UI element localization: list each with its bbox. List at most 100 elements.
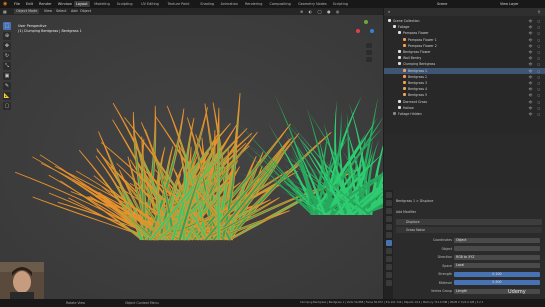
visibility-toggle-icon[interactable]: 👁 ◻: [529, 18, 542, 24]
view-menu[interactable]: View: [44, 9, 52, 14]
tab-geometry-nodes[interactable]: Geometry Nodes: [296, 1, 329, 7]
outliner-row[interactable]: Hollow 👁 ◻: [384, 105, 545, 111]
property-value-field[interactable]: Local: [454, 263, 540, 268]
editor-type-icon[interactable]: ▦: [3, 9, 7, 14]
add-cube-tool-icon[interactable]: ▢: [3, 102, 11, 110]
constraints-tab-icon[interactable]: [385, 264, 392, 270]
visibility-toggle-icon[interactable]: 👁 ◻: [529, 80, 542, 86]
property-value-field[interactable]: RGB to XYZ: [454, 254, 540, 260]
physics-tab-icon[interactable]: [385, 256, 392, 262]
outliner-row[interactable]: Foliage Hidden 👁 ◻: [384, 111, 545, 117]
tab-animation[interactable]: Animation: [219, 1, 240, 7]
outliner-row[interactable]: Pampass Flower 1 👁 ◻: [384, 37, 545, 43]
tab-uv-editing[interactable]: UV Editing: [139, 1, 161, 7]
second-modifier-header[interactable]: Grass Noise: [396, 227, 542, 233]
visibility-toggle-icon[interactable]: 👁 ◻: [529, 68, 542, 74]
outliner-row[interactable]: Clumping Bentgrass 👁 ◻: [384, 61, 545, 67]
scene-selector[interactable]: Scene: [437, 1, 447, 7]
transform-tool-icon[interactable]: ▣: [3, 72, 11, 80]
menu-render[interactable]: Render: [39, 1, 52, 7]
tab-rendering[interactable]: Rendering: [243, 1, 264, 7]
visibility-toggle-icon[interactable]: 👁 ◻: [529, 111, 542, 117]
mode-dropdown[interactable]: Object Mode: [14, 9, 40, 14]
menu-file[interactable]: File: [14, 1, 20, 7]
outliner-row[interactable]: Bentgrass Flower 👁 ◻: [384, 49, 545, 55]
visibility-toggle-icon[interactable]: 👁 ◻: [529, 37, 542, 43]
outliner-row[interactable]: Bentgrass 3 👁 ◻: [384, 80, 545, 86]
output-tab-icon[interactable]: [385, 208, 392, 214]
property-value-field[interactable]: 0.100: [454, 271, 540, 277]
modifier-name-field[interactable]: Displace: [406, 219, 420, 225]
property-value-field[interactable]: Length: [454, 288, 540, 294]
shading-icons[interactable]: ⊕ ◐ ◯ ● ◍: [300, 9, 341, 14]
collection-icon: [398, 105, 401, 109]
particles-tab-icon[interactable]: [385, 248, 392, 254]
outliner-row[interactable]: Pampass Flower 👁 ◻: [384, 30, 545, 36]
tab-texture-paint[interactable]: Texture Paint: [166, 1, 192, 7]
visibility-toggle-icon[interactable]: 👁 ◻: [529, 74, 542, 80]
outliner-row[interactable]: Foliage 👁 ◻: [384, 24, 545, 30]
measure-tool-icon[interactable]: 📐: [3, 92, 11, 100]
outliner-row-label: Pampass Flower: [403, 31, 429, 36]
property-value-field[interactable]: [454, 246, 540, 251]
render-tab-icon[interactable]: [385, 200, 392, 206]
outliner-row[interactable]: Bentgrass 4 👁 ◻: [384, 86, 545, 92]
world-tab-icon[interactable]: [385, 224, 392, 230]
visibility-toggle-icon[interactable]: 👁 ◻: [529, 61, 542, 67]
blender-logo-icon[interactable]: ◉: [3, 1, 7, 7]
menu-window[interactable]: Window: [58, 1, 72, 7]
data-tab-icon[interactable]: [385, 272, 392, 278]
outliner-row[interactable]: Bentgrass 1 👁 ◻: [384, 67, 545, 74]
outliner-row[interactable]: Scene Collection 👁 ◻: [384, 18, 545, 24]
rotate-tool-icon[interactable]: ↻: [3, 52, 11, 60]
tab-modeling[interactable]: Modeling: [92, 1, 111, 7]
menu-edit[interactable]: Edit: [26, 1, 33, 7]
second-modifier-name[interactable]: Grass Noise: [406, 227, 425, 233]
select-menu[interactable]: Select: [56, 9, 66, 14]
outliner-row[interactable]: Wall Bentry 👁 ◻: [384, 55, 545, 61]
add-modifier-button[interactable]: Add Modifier: [396, 210, 416, 214]
visibility-toggle-icon[interactable]: 👁 ◻: [529, 55, 542, 61]
annotate-tool-icon[interactable]: ✎: [3, 82, 11, 90]
modifier-header[interactable]: Displace: [396, 219, 542, 225]
visibility-toggle-icon[interactable]: 👁 ◻: [529, 30, 542, 36]
view-layer-selector[interactable]: View Layer: [500, 1, 519, 7]
status-bar: Rotate View Object Context Menu Clumping…: [0, 299, 545, 307]
visibility-toggle-icon[interactable]: 👁 ◻: [529, 43, 542, 49]
scene-tab-icon[interactable]: [385, 216, 392, 222]
tab-layout[interactable]: Layout: [74, 1, 90, 7]
tab-sculpting[interactable]: Sculpting: [115, 1, 135, 7]
outliner-row-label: Bentgrass Flower: [403, 50, 431, 54]
property-value-field[interactable]: 0.500: [454, 280, 540, 285]
cursor-tool-icon[interactable]: ⊕: [3, 32, 11, 40]
select-tool-icon[interactable]: ⬚: [3, 22, 11, 30]
viewport-nav-buttons[interactable]: [366, 43, 372, 71]
3d-viewport[interactable]: [0, 15, 383, 299]
visibility-toggle-icon[interactable]: 👁 ◻: [529, 92, 542, 98]
tab-scripting[interactable]: Scripting: [331, 1, 350, 7]
visibility-toggle-icon[interactable]: 👁 ◻: [529, 105, 542, 111]
outliner-row[interactable]: Dormant Grass 👁 ◻: [384, 99, 545, 105]
modifier-tab-icon[interactable]: [385, 240, 392, 246]
tab-shading[interactable]: Shading: [198, 1, 216, 7]
object-menu[interactable]: Object: [80, 9, 91, 14]
visibility-toggle-icon[interactable]: 👁 ◻: [529, 24, 542, 30]
outliner-search-icon[interactable]: ⌕: [388, 9, 390, 15]
filter-icon[interactable]: ⏚: [537, 9, 541, 15]
add-menu[interactable]: Add: [71, 9, 78, 14]
material-tab-icon[interactable]: [385, 280, 392, 286]
visibility-toggle-icon[interactable]: 👁 ◻: [529, 49, 542, 55]
visibility-toggle-icon[interactable]: 👁 ◻: [529, 86, 542, 92]
instructor-webcam: [0, 262, 44, 299]
visibility-toggle-icon[interactable]: 👁 ◻: [529, 99, 542, 105]
navigation-gizmo[interactable]: [356, 20, 376, 40]
tool-tab-icon[interactable]: [385, 192, 392, 198]
outliner-row[interactable]: Bentgrass 5 👁 ◻: [384, 92, 545, 98]
tab-compositing[interactable]: Compositing: [268, 1, 293, 7]
outliner-row[interactable]: Bentgrass 2 👁 ◻: [384, 74, 545, 80]
scale-tool-icon[interactable]: ⤡: [3, 62, 11, 70]
outliner-row[interactable]: Pampass Flower 2 👁 ◻: [384, 43, 545, 49]
property-value-field[interactable]: Object: [454, 237, 540, 243]
move-tool-icon[interactable]: ✥: [3, 42, 11, 50]
object-tab-icon[interactable]: [385, 232, 392, 238]
